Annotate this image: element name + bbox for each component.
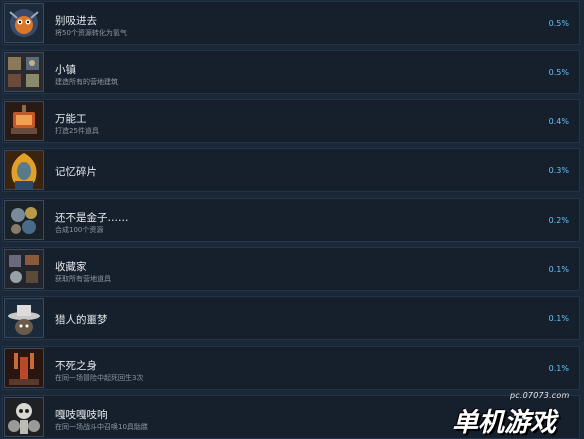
achievement-title: 小镇	[55, 64, 76, 76]
achievement-row[interactable]: 收藏家 获取所有营地道具 0.1%	[2, 247, 580, 291]
skeleton-pile-icon	[4, 397, 44, 437]
achievement-row[interactable]: 小镇 建造所有的营地建筑 0.5%	[2, 50, 580, 94]
achievement-row[interactable]: 万能工 打造25件道具 0.4%	[2, 99, 580, 143]
undying-hand-icon	[4, 348, 44, 388]
achievement-unlock-percent: 0.2%	[548, 216, 569, 225]
achievement-title: 不死之身	[55, 360, 97, 372]
achievement-row[interactable]: 别吸进去 将50个资源转化为氢气 0.5%	[2, 1, 580, 45]
achievement-row[interactable]: 记忆碎片 0.3%	[2, 148, 580, 192]
achievement-title: 嘎吱嘎吱响	[55, 409, 108, 421]
achievement-title: 猎人的噩梦	[55, 314, 108, 326]
achievement-description: 建造所有的营地建筑	[55, 78, 118, 86]
alchemy-resources-icon	[4, 200, 44, 240]
achievement-description: 在同一场冒险中起死回生3次	[55, 374, 144, 382]
achievement-title: 收藏家	[55, 261, 87, 273]
achievement-description: 获取所有营地道具	[55, 275, 111, 283]
workshop-forge-icon	[4, 101, 44, 141]
achievement-description: 将50个资源转化为氢气	[55, 29, 127, 37]
achievement-unlock-percent: 0.1%	[548, 265, 569, 274]
achievement-row[interactable]: 不死之身 在同一场冒险中起死回生3次 0.1%	[2, 346, 580, 390]
flame-portrait-icon	[4, 150, 44, 190]
achievement-title: 记忆碎片	[55, 166, 97, 178]
achievement-unlock-percent: 0.3%	[548, 166, 569, 175]
achievement-unlock-percent: 0.5%	[548, 68, 569, 77]
achievement-unlock-percent: 0.5%	[548, 19, 569, 28]
achievement-row[interactable]: 还不是金子…… 合成100个资源 0.2%	[2, 198, 580, 242]
achievement-title: 别吸进去	[55, 15, 97, 27]
watermark-url: pc.07073.com	[510, 391, 570, 400]
achievement-description: 打造25件道具	[55, 127, 99, 135]
vortex-creature-icon	[4, 3, 44, 43]
achievement-unlock-percent: 0.1%	[548, 314, 569, 323]
achievement-unlock-percent: 0.4%	[548, 117, 569, 126]
achievement-title: 万能工	[55, 113, 87, 125]
hunter-hat-icon	[4, 298, 44, 338]
item-collection-icon	[4, 249, 44, 289]
town-buildings-icon	[4, 52, 44, 92]
watermark-brand: 单机游戏	[452, 408, 557, 438]
achievement-unlock-percent: 0.1%	[548, 364, 569, 373]
achievement-title: 还不是金子……	[55, 212, 129, 224]
achievement-row[interactable]: 猎人的噩梦 0.1%	[2, 296, 580, 340]
achievement-description: 在同一场战斗中召唤10具骷髅	[55, 423, 148, 431]
achievement-description: 合成100个资源	[55, 226, 104, 234]
